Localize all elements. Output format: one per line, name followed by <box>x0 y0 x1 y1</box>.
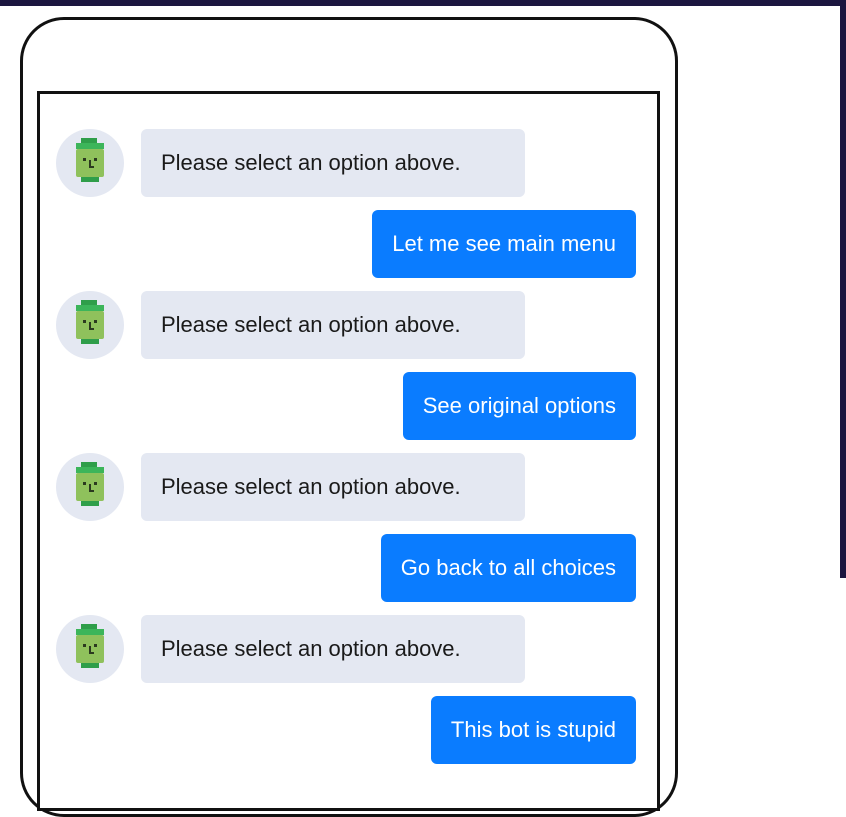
robot-face-icon <box>76 462 104 506</box>
bot-message-bubble: Please select an option above. <box>141 453 525 521</box>
bot-message-bubble: Please select an option above. <box>141 129 525 197</box>
bot-avatar <box>56 615 124 683</box>
robot-face-icon <box>76 138 104 182</box>
bot-message-bubble: Please select an option above. <box>141 615 525 683</box>
bot-message-bubble: Please select an option above. <box>141 291 525 359</box>
robot-face-icon <box>76 624 104 668</box>
bot-avatar <box>56 129 124 197</box>
bot-avatar <box>56 453 124 521</box>
chat-screen[interactable]: Please select an option above. Let me se… <box>37 91 660 811</box>
dark-frame-top <box>0 0 846 6</box>
dark-frame-right <box>840 0 846 578</box>
bot-avatar <box>56 291 124 359</box>
user-message-bubble: This bot is stupid <box>430 696 636 764</box>
user-message-bubble: Go back to all choices <box>380 534 636 602</box>
user-message-bubble: Let me see main menu <box>372 210 636 278</box>
user-message-bubble: See original options <box>402 372 636 440</box>
robot-face-icon <box>76 300 104 344</box>
